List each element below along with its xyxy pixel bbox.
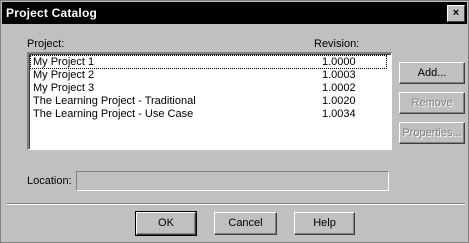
project-list[interactable]: My Project 1 1.0000 My Project 2 1.0003 … xyxy=(27,52,392,150)
add-button[interactable]: Add... xyxy=(399,62,465,84)
revision-column-header: Revision: xyxy=(314,38,360,50)
list-item[interactable]: The Learning Project - Use Case 1.0034 xyxy=(31,108,386,120)
location-field[interactable] xyxy=(76,171,389,191)
window-title: Project Catalog xyxy=(6,6,98,20)
close-icon[interactable]: × xyxy=(447,5,465,22)
project-name: The Learning Project - Traditional xyxy=(33,95,196,107)
project-name: The Learning Project - Use Case xyxy=(33,108,194,120)
project-column-header: Project: xyxy=(27,38,65,50)
properties-button[interactable]: Properties... xyxy=(399,122,465,144)
list-item[interactable]: My Project 1 1.0000 xyxy=(30,55,387,69)
divider xyxy=(7,203,465,205)
title-bar[interactable]: Project Catalog × xyxy=(2,2,467,24)
project-name: My Project 2 xyxy=(33,69,95,81)
list-item[interactable]: The Learning Project - Traditional 1.002… xyxy=(31,95,386,107)
ok-button[interactable]: OK xyxy=(135,211,197,236)
location-label: Location: xyxy=(27,175,72,187)
remove-button[interactable]: Remove xyxy=(399,92,465,114)
project-revision: 1.0003 xyxy=(322,69,356,81)
project-revision: 1.0034 xyxy=(322,108,356,120)
list-item[interactable]: My Project 3 1.0002 xyxy=(31,82,386,94)
project-name: My Project 1 xyxy=(33,56,95,68)
project-revision: 1.0000 xyxy=(322,56,356,68)
cancel-button[interactable]: Cancel xyxy=(214,212,277,235)
project-name: My Project 3 xyxy=(33,82,95,94)
list-item[interactable]: My Project 2 1.0003 xyxy=(31,69,386,81)
project-revision: 1.0020 xyxy=(322,95,356,107)
project-catalog-dialog: Project Catalog × Project: Revision: My … xyxy=(0,0,469,243)
project-revision: 1.0002 xyxy=(322,82,356,94)
help-button[interactable]: Help xyxy=(294,212,355,235)
